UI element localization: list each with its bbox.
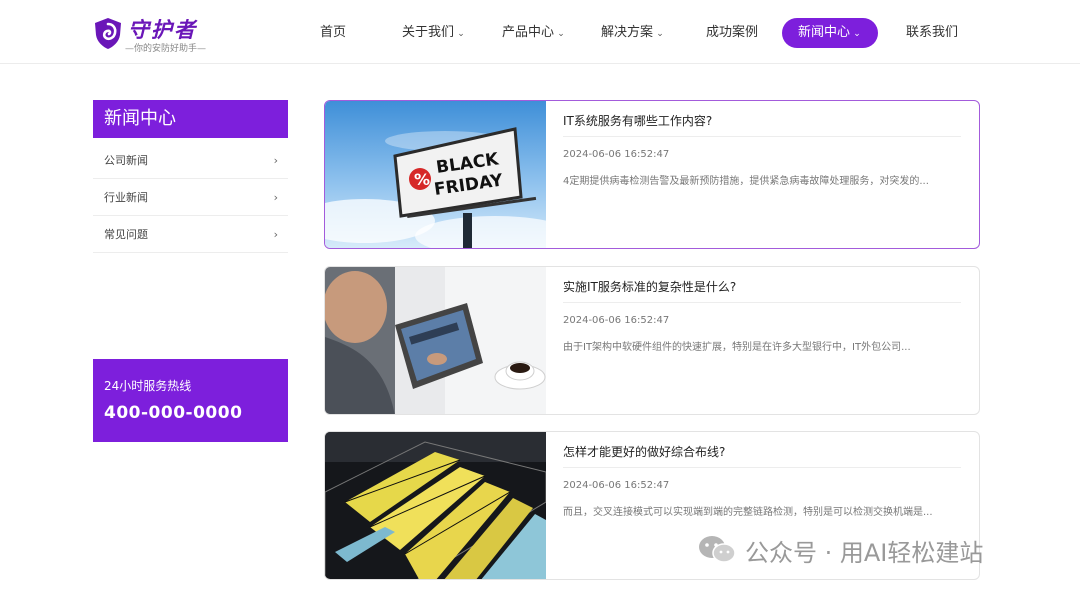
news-thumbnail-black-friday[interactable]: % BLACK FRIDAY [325, 101, 546, 248]
brand-name: 守护者 [128, 18, 197, 42]
news-summary: 而且，交叉连接模式可以实现端到端的完整链路检测，特别是可以检测交换机端是... [563, 507, 933, 518]
news-card[interactable]: 实施IT服务标准的复杂性是什么? 2024-06-06 16:52:47 由于I… [324, 266, 980, 415]
sidebar-category-list: 公司新闻 › 行业新闻 › 常见问题 › [93, 142, 288, 253]
billboard-image: % BLACK FRIDAY [325, 101, 546, 248]
news-thumbnail-tablet[interactable] [325, 267, 546, 414]
nav-label: 关于我们 [402, 25, 455, 40]
svg-text:%: % [414, 170, 430, 189]
news-title[interactable]: IT系统服务有哪些工作内容? [563, 113, 961, 137]
chevron-down-icon: ⌄ [656, 29, 664, 39]
watermark-text: 公众号 · 用AI轻松建站 [745, 538, 984, 567]
sidebar-item-label: 行业新闻 [104, 191, 148, 204]
news-date: 2024-06-06 16:52:47 [563, 315, 670, 326]
nav-label: 新闻中心 [797, 25, 850, 40]
nav-label: 解决方案 [601, 25, 654, 40]
nav-about[interactable]: 关于我们 ⌄ [402, 18, 466, 48]
nav-products[interactable]: 产品中心 ⌄ [502, 18, 566, 48]
nav-cases[interactable]: 成功案例 [706, 18, 758, 48]
news-summary: 4定期提供病毒检测告警及最新预防措施，提供紧急病毒故障处理服务，对突发的... [563, 176, 929, 187]
news-date: 2024-06-06 16:52:47 [563, 480, 670, 491]
hotline-box: 24小时服务热线 400-000-0000 [93, 359, 288, 442]
news-card[interactable]: % BLACK FRIDAY IT系统服务有哪些工作内容? 2024-06-06… [324, 100, 980, 249]
tablet-user-image [325, 267, 546, 414]
chevron-right-icon: › [273, 191, 278, 204]
nav-label: 首页 [320, 25, 347, 40]
wechat-watermark: 公众号 · 用AI轻松建站 [697, 531, 983, 569]
hotline-number[interactable]: 400-000-0000 [104, 403, 288, 423]
sidebar-item-company-news[interactable]: 公司新闻 › [93, 142, 288, 179]
sidebar-item-faq[interactable]: 常见问题 › [93, 216, 288, 253]
nav-label: 联系我们 [906, 25, 959, 40]
sidebar-item-industry-news[interactable]: 行业新闻 › [93, 179, 288, 216]
wechat-icon [699, 536, 736, 563]
shield-logo-icon [95, 18, 121, 49]
chevron-right-icon: › [273, 228, 278, 241]
nav-contact[interactable]: 联系我们 [906, 18, 958, 48]
chevron-down-icon: ⌄ [457, 29, 465, 39]
news-title[interactable]: 怎样才能更好的做好综合布线? [563, 444, 961, 468]
news-summary: 由于IT架构中软硬件组件的快速扩展，特别是在许多大型银行中，IT外包公司... [563, 342, 911, 353]
data-center-cabling-image [325, 432, 546, 579]
news-thumbnail-cabling[interactable] [325, 432, 546, 579]
chevron-down-icon: ⌄ [853, 29, 861, 39]
news-body: 实施IT服务标准的复杂性是什么? 2024-06-06 16:52:47 由于I… [563, 279, 961, 353]
sidebar-item-label: 常见问题 [104, 228, 148, 241]
nav-home[interactable]: 首页 [320, 18, 346, 48]
chevron-right-icon: › [273, 154, 278, 167]
news-date: 2024-06-06 16:52:47 [563, 149, 670, 160]
site-header: 守护者 —你的安防好助手— 首页 关于我们 ⌄ 产品中心 ⌄ 解决方案 ⌄ 成功案例 … [0, 0, 1080, 64]
news-title[interactable]: 实施IT服务标准的复杂性是什么? [563, 279, 961, 303]
hotline-label: 24小时服务热线 [104, 379, 192, 393]
brand-tagline: —你的安防好助手— [125, 44, 207, 54]
nav-news[interactable]: 新闻中心 ⌄ [782, 18, 878, 48]
news-body: IT系统服务有哪些工作内容? 2024-06-06 16:52:47 4定期提供… [563, 113, 961, 187]
brand-logo[interactable]: 守护者 —你的安防好助手— [92, 14, 212, 56]
nav-label: 成功案例 [706, 25, 759, 40]
nav-label: 产品中心 [502, 25, 555, 40]
news-body: 怎样才能更好的做好综合布线? 2024-06-06 16:52:47 而且，交叉… [563, 444, 961, 518]
sidebar-item-label: 公司新闻 [104, 154, 148, 167]
sidebar-title: 新闻中心 [93, 100, 288, 138]
chevron-down-icon: ⌄ [557, 29, 565, 39]
nav-solutions[interactable]: 解决方案 ⌄ [601, 18, 665, 48]
